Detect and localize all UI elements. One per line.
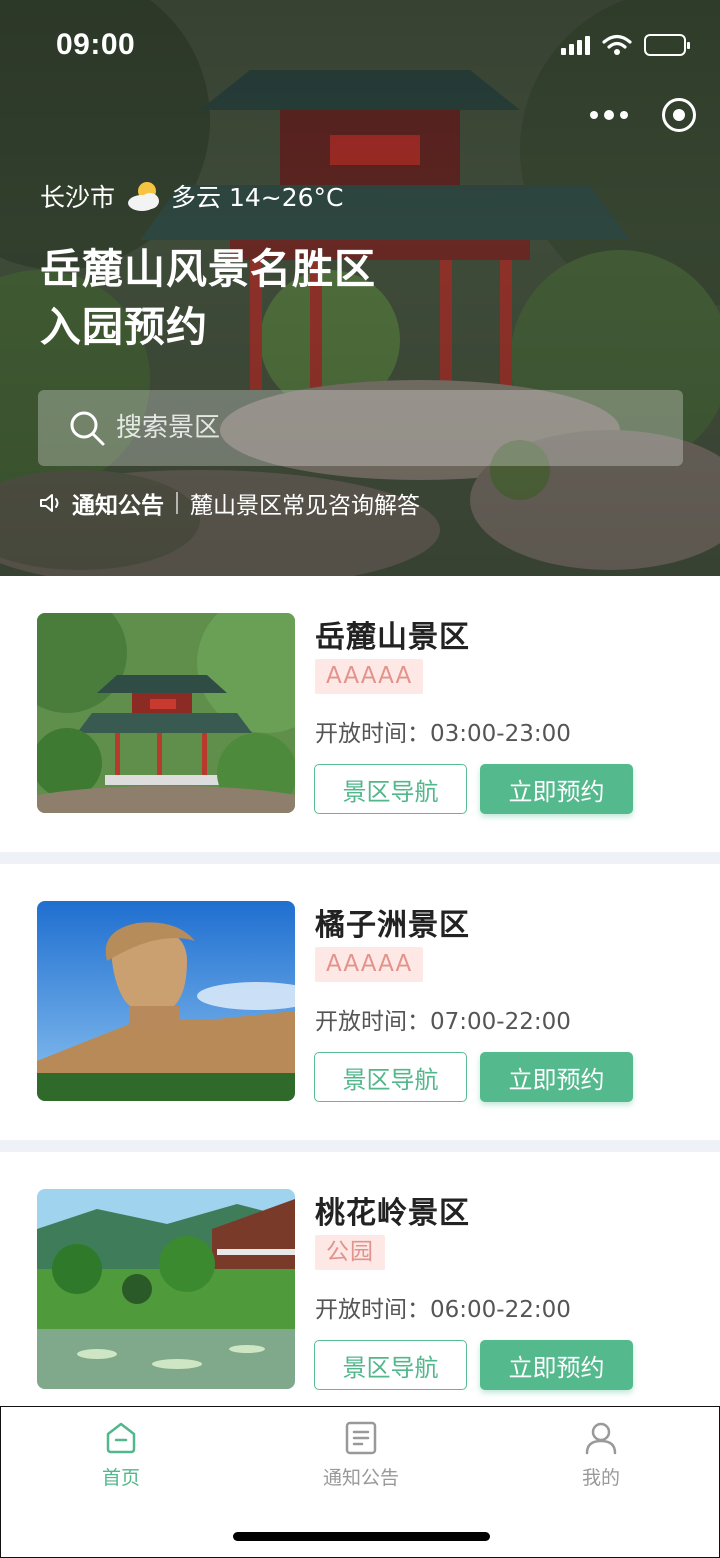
search-icon [70, 411, 105, 446]
book-now-button[interactable]: 立即预约 [480, 1340, 633, 1390]
scenic-name: 橘子洲景区 [315, 908, 470, 943]
tab-label: 通知公告 [322, 1467, 399, 1489]
tab-notices[interactable]: 通知公告 [291, 1421, 431, 1490]
speaker-icon [40, 494, 59, 512]
pavilion-photo [37, 613, 295, 813]
notice-divider [176, 492, 178, 514]
opening-hours: 开放时间：03:00-23:00 [315, 721, 571, 747]
close-target-icon[interactable] [662, 98, 696, 132]
opening-hours: 开放时间：06:00-22:00 [315, 1297, 571, 1323]
partly-cloudy-icon [128, 182, 160, 211]
battery-icon [644, 34, 690, 56]
notice-bar[interactable]: 通知公告 麓山景区常见咨询解答 [38, 486, 420, 520]
wifi-icon [602, 34, 632, 55]
hero-banner: 09:00 长沙市 多云 14~26°C 岳麓山风景名胜区 入园预约 搜索景区 … [0, 0, 720, 576]
bottom-tab-bar: 首页 通知公告 我的 [0, 1406, 720, 1558]
weather-row: 长沙市 多云 14~26°C [40, 178, 344, 214]
city-name: 长沙市 [40, 183, 116, 212]
scenic-type-badge: 公园 [315, 1235, 385, 1270]
scenic-card-yuelu[interactable]: 岳麓山景区 AAAAA 开放时间：03:00-23:00 景区导航 立即预约 [0, 576, 720, 852]
navigate-button[interactable]: 景区导航 [314, 1052, 467, 1102]
scenic-card-taohualing[interactable]: 桃花岭景区 公园 开放时间：06:00-22:00 景区导航 立即预约 [0, 1152, 720, 1428]
scenic-image[interactable] [37, 1189, 295, 1389]
tab-mine[interactable]: 我的 [531, 1421, 671, 1490]
weather-text: 多云 14~26°C [171, 183, 344, 212]
book-now-button[interactable]: 立即预约 [480, 764, 633, 814]
search-input[interactable] [116, 413, 683, 443]
tab-label: 首页 [101, 1467, 140, 1489]
tab-home[interactable]: 首页 [51, 1421, 191, 1490]
more-menu-icon[interactable] [590, 109, 628, 120]
scenic-image[interactable] [37, 901, 295, 1101]
notice-label: 通知公告 [72, 493, 164, 519]
home-indicator[interactable] [233, 1532, 490, 1541]
navigate-button[interactable]: 景区导航 [314, 764, 467, 814]
scenic-card-juzizhou[interactable]: 橘子洲景区 AAAAA 开放时间：07:00-22:00 景区导航 立即预约 [0, 864, 720, 1140]
title-line-1: 岳麓山风景名胜区 [40, 245, 376, 293]
signal-icon [561, 35, 590, 55]
opening-hours: 开放时间：07:00-22:00 [315, 1009, 571, 1035]
status-icons [561, 34, 690, 56]
scenic-image[interactable] [37, 613, 295, 813]
title-line-2: 入园预约 [40, 303, 208, 351]
scenic-rating-badge: AAAAA [315, 659, 424, 694]
page-title: 岳麓山风景名胜区 入园预约 [40, 240, 376, 356]
notice-text[interactable]: 麓山景区常见咨询解答 [190, 486, 420, 520]
card-divider [0, 852, 720, 864]
scenic-name: 桃花岭景区 [315, 1196, 470, 1231]
book-now-button[interactable]: 立即预约 [480, 1052, 633, 1102]
status-bar: 09:00 [0, 0, 720, 92]
search-bar[interactable] [38, 390, 683, 466]
garden-photo [37, 1189, 295, 1389]
user-icon [585, 1422, 617, 1455]
tab-label: 我的 [581, 1467, 620, 1489]
mini-program-capsule[interactable] [590, 98, 696, 132]
statue-photo [37, 901, 295, 1101]
scenic-rating-badge: AAAAA [315, 947, 424, 982]
home-icon [106, 1422, 136, 1454]
navigate-button[interactable]: 景区导航 [314, 1340, 467, 1390]
scenic-name: 岳麓山景区 [315, 620, 470, 655]
notice-doc-icon [345, 1421, 377, 1455]
card-divider [0, 1140, 720, 1152]
status-time: 09:00 [56, 28, 136, 61]
